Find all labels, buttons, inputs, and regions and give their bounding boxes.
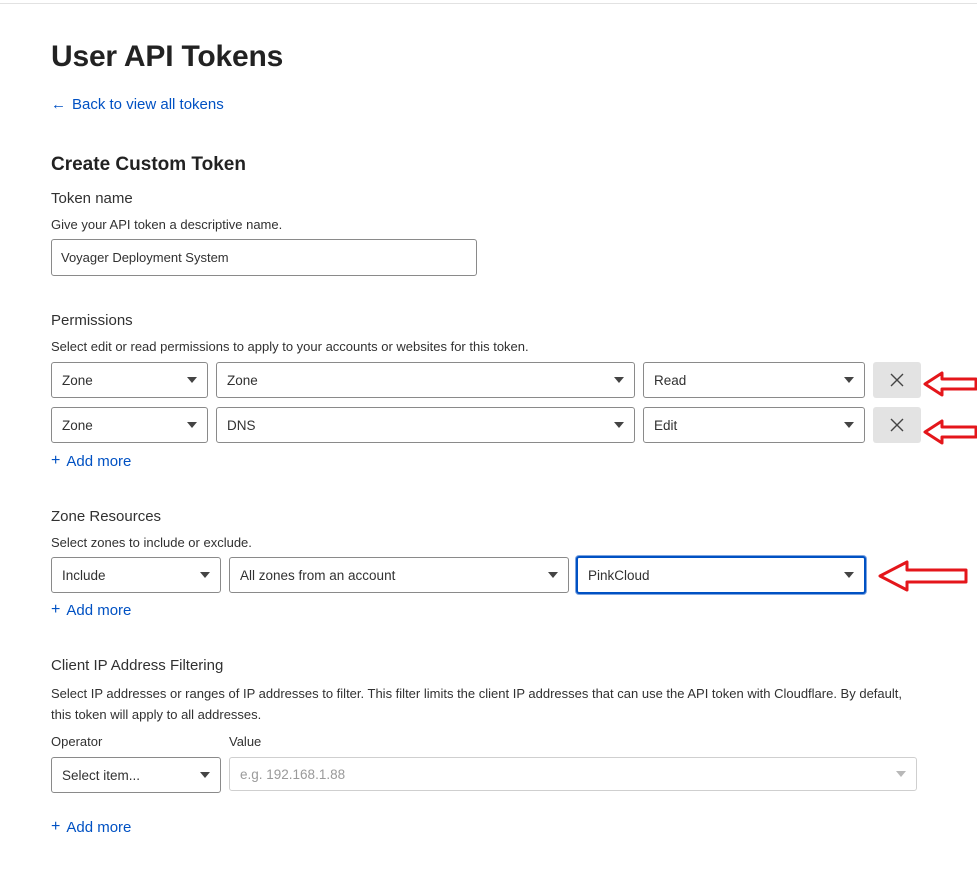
zone-account-select[interactable]: PinkCloud bbox=[576, 556, 866, 594]
chevron-down-icon bbox=[844, 422, 854, 428]
permission-access-value: Read bbox=[654, 372, 687, 388]
add-zone-button[interactable]: + Add more bbox=[51, 601, 131, 619]
permission-resource-value: Zone bbox=[227, 372, 258, 388]
permissions-label: Permissions bbox=[51, 312, 133, 329]
permission-access-select[interactable]: Edit bbox=[643, 407, 865, 443]
permission-scope-value: Zone bbox=[62, 372, 93, 388]
token-name-label: Token name bbox=[51, 190, 133, 207]
red-arrow-icon bbox=[923, 371, 977, 397]
chevron-down-icon bbox=[200, 772, 210, 778]
zone-account-value: PinkCloud bbox=[588, 567, 650, 583]
operator-value: Select item... bbox=[62, 767, 141, 783]
chevron-down-icon bbox=[614, 422, 624, 428]
chevron-down-icon bbox=[548, 572, 558, 578]
page-title: User API Tokens bbox=[51, 40, 284, 73]
permission-resource-select[interactable]: Zone bbox=[216, 362, 635, 398]
operator-label: Operator bbox=[51, 734, 103, 749]
value-label: Value bbox=[229, 734, 262, 749]
ip-filtering-label: Client IP Address Filtering bbox=[51, 657, 224, 674]
add-ip-filter-button[interactable]: + Add more bbox=[51, 818, 131, 836]
permission-scope-select[interactable]: Zone bbox=[51, 407, 208, 443]
remove-permission-button[interactable] bbox=[873, 407, 921, 443]
token-name-value: Voyager Deployment System bbox=[61, 250, 229, 265]
red-arrow-icon bbox=[923, 419, 977, 445]
token-name-input[interactable]: Voyager Deployment System bbox=[51, 239, 477, 276]
remove-permission-button[interactable] bbox=[873, 362, 921, 398]
chevron-down-icon bbox=[896, 771, 906, 777]
plus-icon: + bbox=[51, 818, 61, 835]
zone-resources-label: Zone Resources bbox=[51, 508, 162, 525]
back-link[interactable]: ← Back to view all tokens bbox=[51, 96, 224, 113]
top-divider bbox=[0, 3, 977, 4]
plus-icon: + bbox=[51, 601, 61, 618]
token-name-description: Give your API token a descriptive name. bbox=[51, 217, 283, 232]
zone-type-select[interactable]: All zones from an account bbox=[229, 557, 569, 593]
close-icon bbox=[890, 373, 904, 387]
back-link-label: Back to view all tokens bbox=[72, 96, 224, 113]
zone-include-value: Include bbox=[62, 567, 106, 583]
ip-value-input[interactable]: e.g. 192.168.1.88 bbox=[229, 757, 917, 791]
add-more-label: Add more bbox=[66, 601, 132, 619]
permission-access-select[interactable]: Read bbox=[643, 362, 865, 398]
add-more-label: Add more bbox=[66, 452, 132, 470]
chevron-down-icon bbox=[844, 377, 854, 383]
add-more-label: Add more bbox=[66, 818, 132, 836]
chevron-down-icon bbox=[200, 572, 210, 578]
ip-value-placeholder: e.g. 192.168.1.88 bbox=[240, 766, 346, 782]
arrow-left-icon: ← bbox=[51, 96, 66, 113]
permission-scope-select[interactable]: Zone bbox=[51, 362, 208, 398]
chevron-down-icon bbox=[187, 377, 197, 383]
chevron-down-icon bbox=[187, 422, 197, 428]
permission-resource-value: DNS bbox=[227, 417, 256, 433]
red-arrow-icon bbox=[878, 560, 968, 592]
permission-resource-select[interactable]: DNS bbox=[216, 407, 635, 443]
add-permission-button[interactable]: + Add more bbox=[51, 452, 131, 470]
permission-scope-value: Zone bbox=[62, 417, 93, 433]
zone-resources-description: Select zones to include or exclude. bbox=[51, 535, 252, 550]
operator-select[interactable]: Select item... bbox=[51, 757, 221, 793]
zone-include-select[interactable]: Include bbox=[51, 557, 221, 593]
plus-icon: + bbox=[51, 452, 61, 469]
close-icon bbox=[890, 418, 904, 432]
permissions-description: Select edit or read permissions to apply… bbox=[51, 339, 529, 354]
chevron-down-icon bbox=[844, 572, 854, 578]
permission-access-value: Edit bbox=[654, 417, 678, 433]
ip-filtering-description: Select IP addresses or ranges of IP addr… bbox=[51, 686, 902, 722]
chevron-down-icon bbox=[614, 377, 624, 383]
section-title: Create Custom Token bbox=[51, 154, 246, 175]
zone-type-value: All zones from an account bbox=[240, 567, 396, 583]
